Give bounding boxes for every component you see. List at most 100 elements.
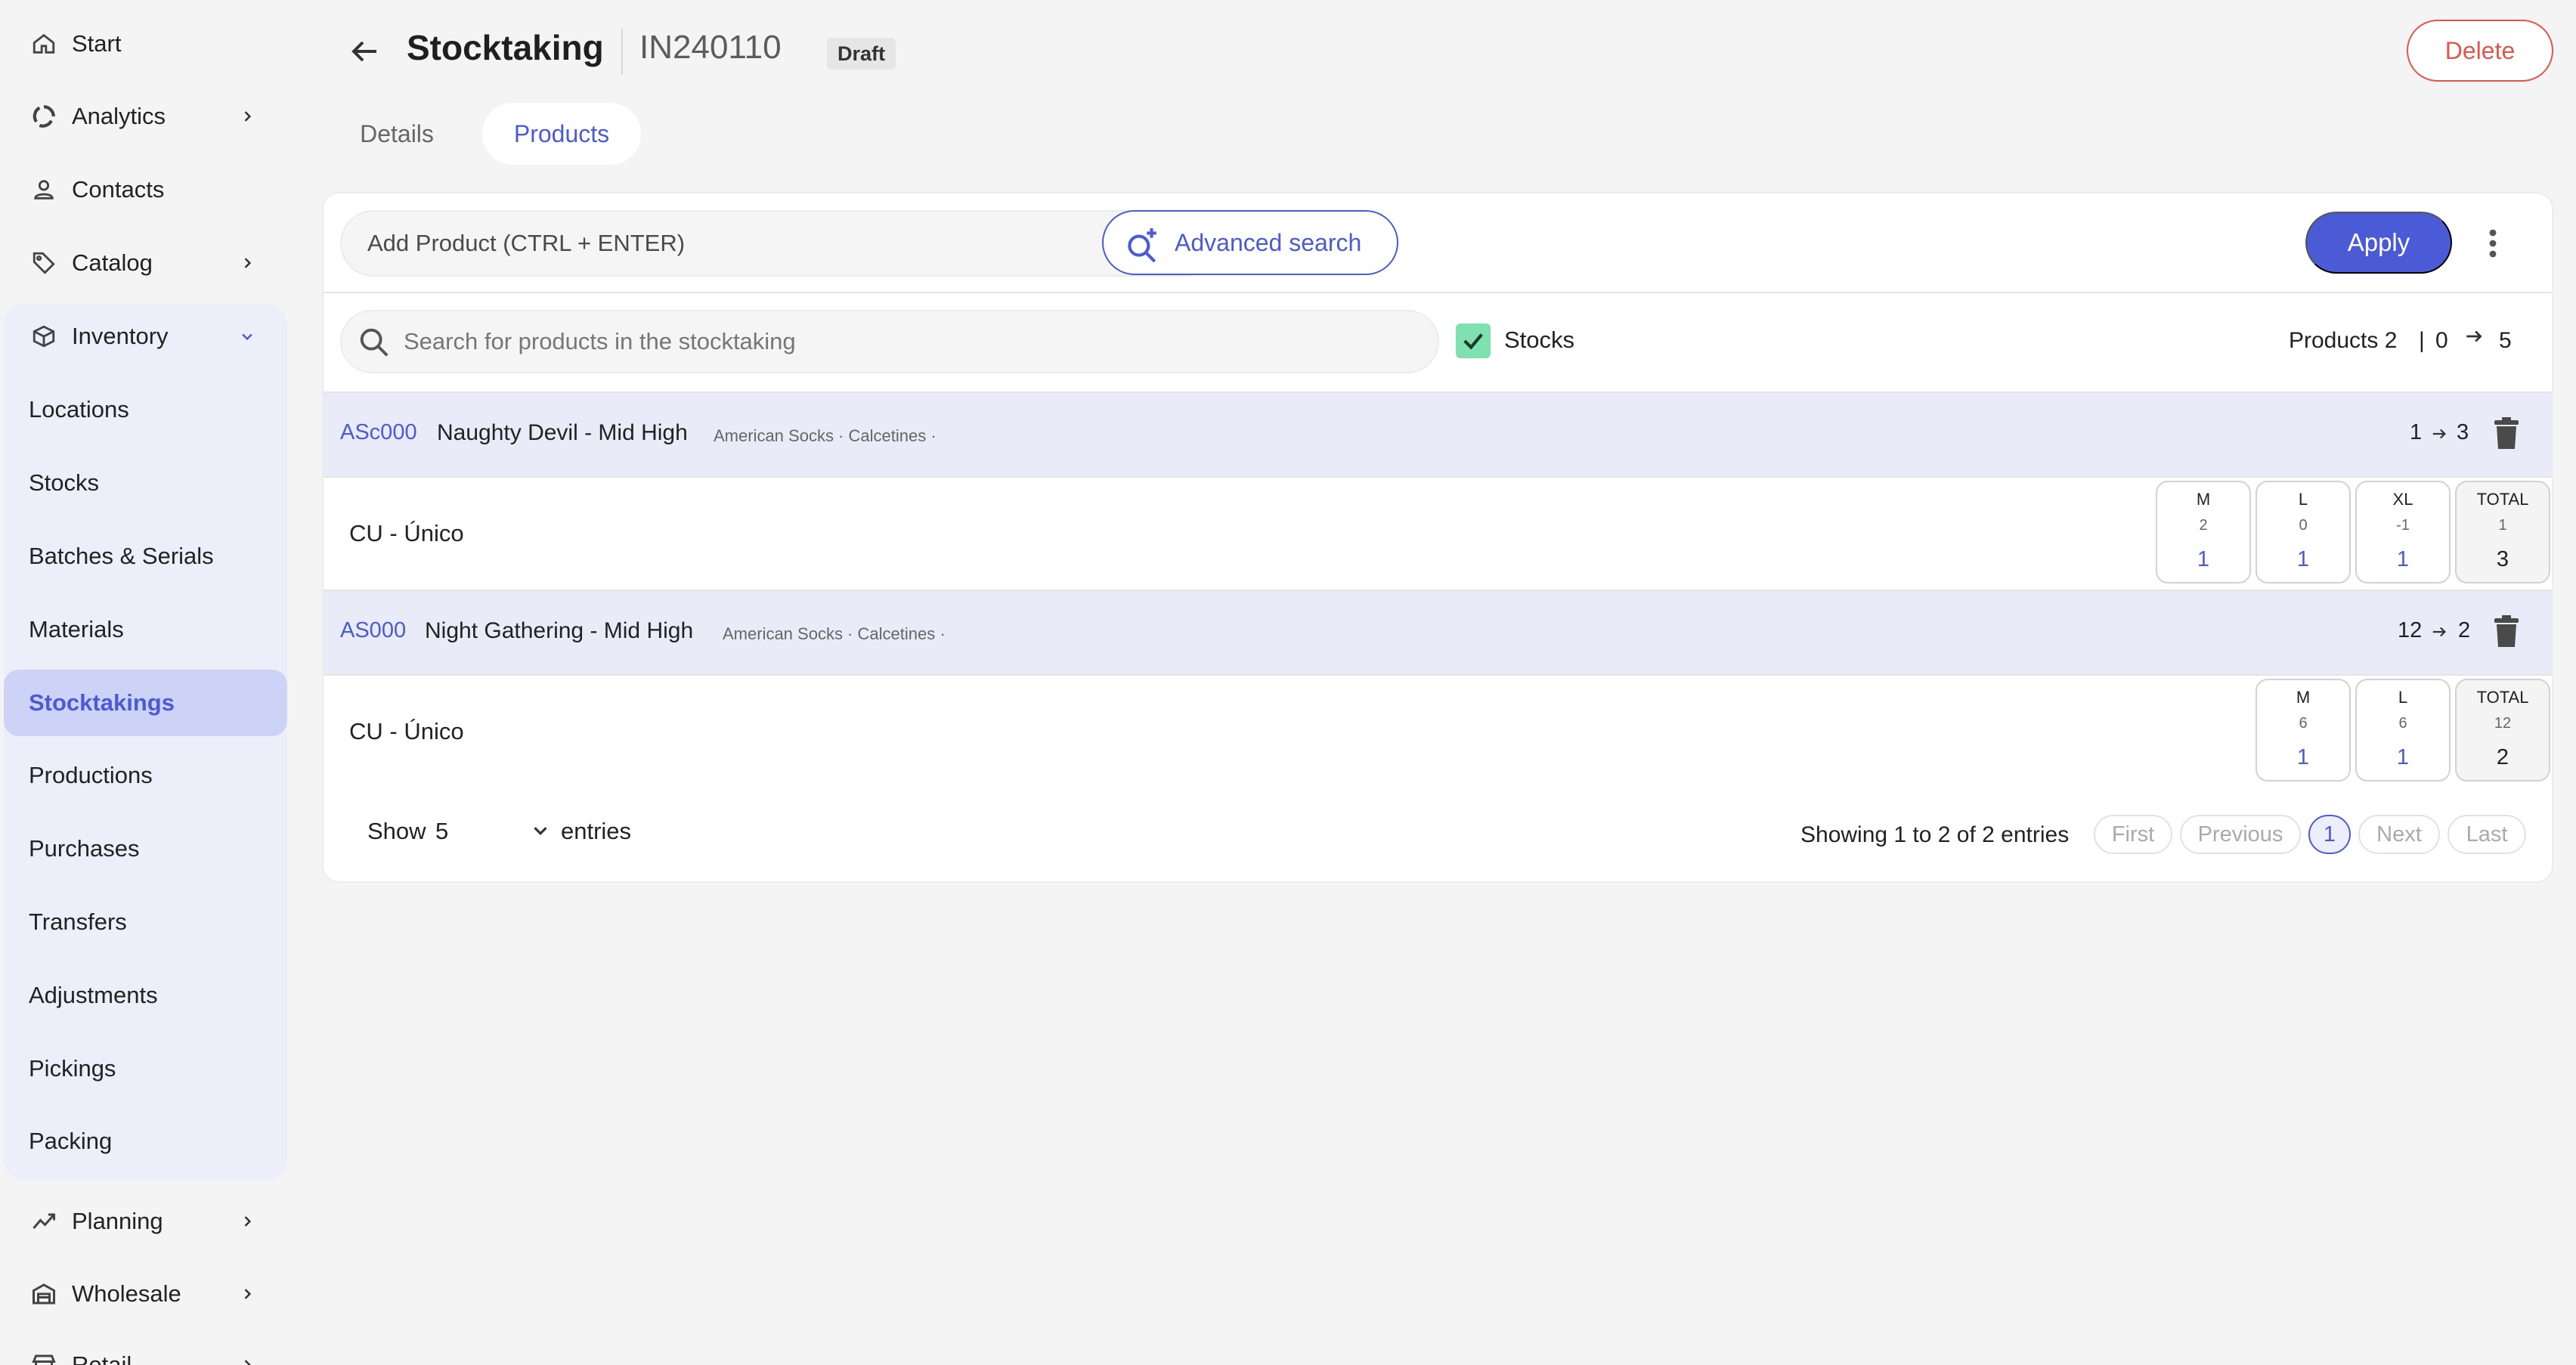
advanced-search-button[interactable]: Advanced search — [1102, 210, 1398, 275]
back-arrow-icon[interactable] — [346, 33, 382, 70]
tab-details[interactable]: Details — [333, 103, 461, 165]
sidebar-item-retail[interactable]: Retail — [0, 1332, 291, 1365]
chevron-down-icon — [237, 326, 258, 347]
sidebar-item-packing[interactable]: Packing — [0, 1108, 291, 1175]
arrow-right-icon — [2431, 423, 2448, 448]
document-id: IN240110 — [639, 29, 782, 66]
sidebar-item-wholesale[interactable]: Wholesale — [0, 1261, 291, 1327]
add-product-placeholder: Add Product (CTRL + ENTER) — [367, 230, 686, 256]
size-stock: 6 — [2299, 715, 2308, 732]
trash-icon[interactable] — [2491, 417, 2522, 450]
apply-button[interactable]: Apply — [2305, 212, 2452, 274]
size-cell[interactable]: L 0 1 — [2256, 481, 2351, 583]
size-count[interactable]: 1 — [2357, 547, 2449, 572]
sidebar-item-label: Analytics — [72, 103, 166, 129]
sidebar-item-label: Adjustments — [29, 982, 158, 1008]
size-count: 2 — [2496, 745, 2509, 769]
size-cell[interactable]: XL -1 1 — [2355, 481, 2451, 583]
sidebar-item-label: Contacts — [72, 176, 165, 203]
search-input[interactable]: Search for products in the stocktaking — [340, 310, 1439, 373]
summary-from: 0 — [2435, 328, 2448, 353]
page-title: Stocktaking — [407, 28, 604, 67]
sidebar-item-inventory[interactable]: Inventory — [0, 303, 291, 370]
size-label: TOTAL — [2476, 490, 2529, 509]
size-count[interactable]: 1 — [2357, 745, 2449, 770]
summary-separator: | — [2419, 328, 2425, 353]
pagination-first[interactable]: First — [2094, 815, 2172, 854]
product-sku[interactable]: ASc000 — [340, 420, 417, 445]
sidebar-item-label: Batches & Serials — [29, 543, 214, 569]
sidebar-item-adjustments[interactable]: Adjustments — [0, 962, 291, 1029]
size-cell[interactable]: M 2 1 — [2156, 481, 2251, 583]
product-sku[interactable]: AS000 — [340, 618, 406, 643]
show-label: Show — [367, 818, 426, 844]
trash-icon[interactable] — [2491, 615, 2522, 648]
sidebar-item-planning[interactable]: Planning — [0, 1188, 291, 1255]
tab-products[interactable]: Products — [482, 103, 641, 165]
sidebar-item-productions[interactable]: Productions — [0, 742, 291, 809]
showing-entries-text: Showing 1 to 2 of 2 entries — [1800, 822, 2070, 847]
product-name: Night Gathering - Mid High — [425, 618, 694, 643]
search-icon — [357, 325, 392, 360]
size-count[interactable]: 1 — [2257, 745, 2349, 770]
size-label: L — [2398, 688, 2408, 707]
delete-button[interactable]: Delete — [2407, 20, 2553, 82]
sidebar-item-transfers[interactable]: Transfers — [0, 889, 291, 955]
more-options-icon[interactable] — [2484, 225, 2502, 262]
sidebar-item-materials[interactable]: Materials — [0, 596, 291, 663]
arrow-right-icon — [2431, 621, 2448, 646]
search-plus-icon — [1123, 225, 1161, 263]
size-label: M — [2296, 688, 2311, 707]
sidebar-item-label: Productions — [29, 762, 153, 788]
chevron-right-icon — [237, 252, 258, 274]
product-row[interactable]: AS000 Night Gathering - Mid High America… — [324, 591, 2552, 674]
variant-row: CU - Único M 2 1 L 0 1 XL -1 1 TOTAL 1 3 — [324, 478, 2552, 591]
chevron-right-icon — [237, 1354, 258, 1365]
sidebar-item-catalog[interactable]: Catalog — [0, 230, 291, 296]
sidebar-item-purchases[interactable]: Purchases — [0, 816, 291, 882]
pagination-next[interactable]: Next — [2358, 815, 2440, 854]
sidebar-item-pickings[interactable]: Pickings — [0, 1035, 291, 1102]
size-label: XL — [2392, 490, 2413, 509]
chevron-down-icon[interactable] — [529, 819, 552, 842]
trend-icon — [29, 1206, 59, 1237]
stocks-checkbox[interactable] — [1456, 323, 1491, 358]
pagination-page-1[interactable]: 1 — [2308, 815, 2351, 854]
sidebar-item-batches-serials[interactable]: Batches & Serials — [0, 523, 291, 590]
warehouse-icon — [29, 1279, 59, 1309]
arrow-right-icon — [2464, 327, 2484, 352]
sidebar-item-label: Locations — [29, 396, 129, 422]
sidebar-item-label: Inventory — [72, 323, 169, 349]
sidebar-item-stocktakings[interactable]: Stocktakings — [4, 670, 287, 736]
size-total-cell: TOTAL 12 2 — [2455, 679, 2550, 782]
product-name: Naughty Devil - Mid High — [437, 420, 688, 445]
size-stock: 6 — [2398, 715, 2407, 732]
size-count[interactable]: 1 — [2257, 547, 2349, 572]
pagination-last[interactable]: Last — [2448, 815, 2526, 854]
advanced-search-label: Advanced search — [1175, 228, 1362, 256]
sidebar-item-label: Catalog — [72, 249, 153, 276]
sidebar-item-label: Planning — [72, 1208, 163, 1234]
chevron-right-icon — [237, 1283, 258, 1305]
add-product-input[interactable]: Add Product (CTRL + ENTER) — [340, 210, 1218, 277]
status-badge: Draft — [827, 38, 896, 70]
sidebar-item-locations[interactable]: Locations — [0, 376, 291, 443]
product-row[interactable]: ASc000 Naughty Devil - Mid High American… — [324, 393, 2552, 476]
product-category: American Socks · Calcetines · — [714, 426, 937, 445]
sidebar-item-analytics[interactable]: Analytics — [0, 83, 291, 150]
sidebar-item-start[interactable]: Start — [0, 11, 291, 77]
pagination-previous[interactable]: Previous — [2180, 815, 2301, 854]
count-to: 2 — [2458, 618, 2471, 642]
size-count[interactable]: 1 — [2157, 547, 2249, 572]
size-label: TOTAL — [2476, 688, 2529, 707]
title-divider — [621, 29, 623, 74]
entries-label: entries — [561, 818, 632, 844]
page-size-select[interactable]: 5 — [435, 818, 448, 845]
sidebar-item-contacts[interactable]: Contacts — [0, 156, 291, 223]
sidebar-item-label: Stocktakings — [29, 689, 175, 716]
sidebar-item-stocks[interactable]: Stocks — [0, 450, 291, 516]
size-stock: -1 — [2396, 517, 2410, 534]
size-cell[interactable]: M 6 1 — [2256, 679, 2351, 782]
size-cell[interactable]: L 6 1 — [2355, 679, 2451, 782]
size-stock: 1 — [2498, 517, 2507, 534]
